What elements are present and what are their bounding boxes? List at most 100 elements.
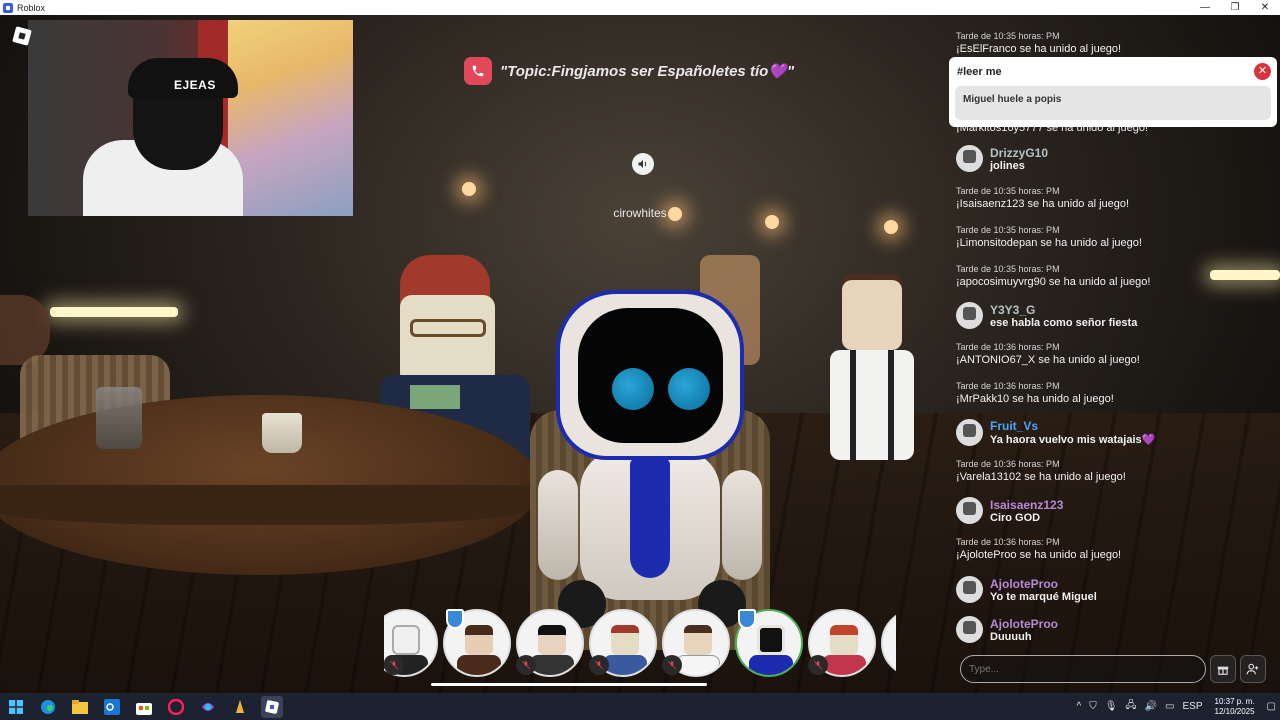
pinned-message-card: #leer me ✕ Miguel huele a popis [949,57,1277,127]
system-tray: ^ ⛉ 🎙 🖧 🔊 ▭ ESP 10:37 p. m. 12/10/2025 ▢ [1073,693,1280,720]
chevron-up-icon[interactable]: ^ [1077,701,1082,712]
language-indicator[interactable]: ESP [1182,701,1202,712]
roblox-taskbar-icon[interactable] [261,695,283,718]
windows-taskbar: ^ ⛉ 🎙 🖧 🔊 ▭ ESP 10:37 p. m. 12/10/2025 ▢ [0,693,1280,720]
close-window-button[interactable]: ✕ [1250,0,1280,15]
restore-button[interactable]: ❐ [1220,0,1250,15]
microsoft-store-icon[interactable] [133,696,155,718]
avatar[interactable] [956,616,983,643]
chat-message-text: jolines [990,159,1025,172]
chat-input[interactable] [960,655,1206,683]
phone-icon[interactable] [464,57,492,85]
chat-user-message[interactable]: AjoloteProo Duuuuh [956,616,1058,643]
battery-icon[interactable]: ▭ [1165,701,1174,712]
outlook-icon[interactable] [101,696,123,718]
chat-system-message: Tarde de 10:36 horas: PM ¡ANTONIO67_X se … [956,342,1140,366]
window-titlebar: Roblox — ❐ ✕ [0,0,1280,15]
file-explorer-icon[interactable] [69,696,91,718]
chat-user-message[interactable]: DrizzyG10 jolines [956,145,1048,172]
volume-icon[interactable]: 🔊 [1145,701,1157,712]
network-icon[interactable]: 🖧 [1125,698,1136,715]
chat-timestamp: Tarde de 10:35 horas: PM [956,264,1060,274]
chat-user-message[interactable]: Y3Y3_G ese habla como señor fiesta [956,302,1137,329]
device-icon[interactable]: ⛉ [1089,701,1097,712]
player-nametag: cirowhites [613,206,667,220]
chat-message-text: Ya haora vuelvo mis watajais💜 [990,434,1156,446]
chat-user-message[interactable]: Isaisaenz123 Ciro GOD [956,497,1063,524]
tray-scrollbar[interactable] [431,683,707,686]
chat-user-message[interactable]: Fruit_Vs Ya haora vuelvo mis watajais💜 [956,419,1155,446]
minimize-button[interactable]: — [1190,0,1220,15]
speaker-icon [632,153,654,175]
muted-mic-icon [384,655,404,675]
clock[interactable]: 10:37 p. m. 12/10/2025 [1215,697,1255,717]
avatar[interactable] [956,419,983,446]
chat-timestamp: Tarde de 10:36 horas: PM [956,537,1060,547]
chat-message-text: Yo te marqué Miguel [990,590,1097,603]
notification-icon[interactable]: ▢ [1267,701,1276,712]
chat-username[interactable]: Fruit_Vs [990,419,1155,433]
chat-system-message: Tarde de 10:36 horas: PM ¡Varela13102 se … [956,459,1126,483]
chat-system-message: Tarde de 10:35 horas: PM ¡Isaisaenz123 se… [956,186,1129,210]
shield-icon [738,609,756,629]
chat-timestamp: Tarde de 10:35 horas: PM [956,225,1060,235]
microphone-icon[interactable]: 🎙 [1105,701,1118,712]
avatar[interactable] [956,497,983,524]
topic-text: "Topic:Fingjamos ser Españoletes tío💜" [500,63,795,80]
chat-system-text: ¡apocosimuyvrg90 se ha unido al juego! [956,276,1151,288]
chat-username[interactable]: Y3Y3_G [990,303,1137,317]
glass [96,387,142,449]
chat-message-text: ese habla como señor fiesta [990,316,1138,329]
participant-avatar[interactable] [881,609,896,677]
webcam-overlay: EJEAS [28,20,353,216]
chat-timestamp: Tarde de 10:36 horas: PM [956,459,1060,469]
copilot-icon[interactable] [197,696,219,718]
muted-mic-icon [589,655,609,675]
chat-system-message: Tarde de 10:35 horas: PM ¡Limonsitodepan … [956,225,1142,249]
window-title: Roblox [17,2,46,13]
chat-system-message: Tarde de 10:36 horas: PM ¡AjoloteProo se … [956,537,1121,561]
player-avatar[interactable] [820,274,920,480]
muted-mic-icon [808,655,828,675]
edge-browser-icon[interactable] [37,696,59,718]
chat-username[interactable]: Isaisaenz123 [990,498,1063,512]
chat-system-message: Tarde de 10:35 horas: PM ¡apocosimuyvrg90… [956,264,1150,288]
anime-poster [228,20,353,216]
chat-system-message: Tarde de 10:35 horas: PM ¡EsElFranco se … [956,31,1122,55]
ceiling-light [765,215,779,229]
windows-start-icon[interactable] [5,696,27,718]
close-icon[interactable]: ✕ [1254,63,1271,80]
muted-mic-icon [516,655,536,675]
muted-mic-icon [662,655,682,675]
chat-username[interactable]: AjoloteProo [990,617,1058,631]
voice-participants-tray[interactable] [384,607,896,683]
game-app-icon[interactable] [229,696,251,718]
avatar[interactable] [956,302,983,329]
chat-timestamp: Tarde de 10:36 horas: PM [956,342,1060,352]
shield-icon [446,609,464,629]
chat-message-text: Duuuuh [990,630,1032,643]
opera-gx-icon[interactable] [165,696,187,718]
chat-username[interactable]: AjoloteProo [990,577,1097,591]
player-avatar-astro[interactable] [530,290,770,660]
cap-logo: EJEAS [174,78,216,92]
pinned-body: Miguel huele a popis [955,86,1271,120]
gift-icon[interactable] [1210,655,1236,683]
chat-timestamp: Tarde de 10:36 horas: PM [956,381,1060,391]
chat-system-text: ¡MrPakk10 se ha unido al juego! [956,393,1114,405]
chat-input-field[interactable] [969,663,1205,675]
add-friend-icon[interactable] [1240,655,1266,683]
avatar[interactable] [956,145,983,172]
roblox-app-icon [3,2,13,13]
strip-light [50,307,178,317]
chat-system-text: ¡Isaisaenz123 se ha unido al juego! [956,198,1130,210]
avatar[interactable] [956,576,983,603]
chat-user-message[interactable]: AjoloteProo Yo te marqué Miguel [956,576,1097,603]
cup [262,413,302,453]
voice-topic: "Topic:Fingjamos ser Españoletes tío💜" [464,57,794,85]
chat-username[interactable]: DrizzyG10 [990,146,1048,160]
ceiling-light [462,182,476,196]
chat-system-text: ¡Limonsitodepan se ha unido al juego! [956,237,1142,249]
chat-system-text: ¡ANTONIO67_X se ha unido al juego! [956,354,1140,366]
chat-system-text: ¡Varela13102 se ha unido al juego! [956,471,1126,483]
